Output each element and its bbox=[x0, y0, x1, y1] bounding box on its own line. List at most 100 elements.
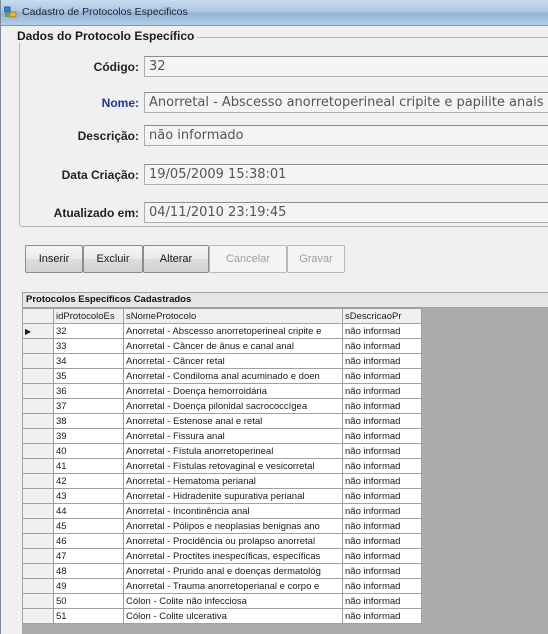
row-selector[interactable] bbox=[22, 533, 54, 549]
cell-id[interactable]: 45 bbox=[53, 518, 124, 534]
cell-descricao[interactable]: não informad bbox=[342, 458, 422, 474]
cell-nome[interactable]: Anorretal - Incontinência anal bbox=[123, 503, 343, 519]
cell-descricao[interactable]: não informad bbox=[342, 548, 422, 564]
row-selector[interactable] bbox=[22, 338, 54, 354]
cell-nome[interactable]: Anorretal - Estenose anal e retal bbox=[123, 413, 343, 429]
row-selector[interactable] bbox=[22, 428, 54, 444]
row-selector[interactable] bbox=[22, 353, 54, 369]
title-bar[interactable]: Cadastro de Protocolos Especificos bbox=[1, 0, 548, 26]
cell-descricao[interactable]: não informad bbox=[342, 473, 422, 489]
cell-id[interactable]: 44 bbox=[53, 503, 124, 519]
cell-id[interactable]: 47 bbox=[53, 548, 124, 564]
cell-id[interactable]: 41 bbox=[53, 458, 124, 474]
table-row[interactable]: ▶ 32 Anorretal - Abscesso anorretoperineal… bbox=[22, 323, 422, 339]
row-selector[interactable]: ▶ bbox=[22, 323, 54, 339]
cell-nome[interactable]: Anorretal - Fístula anorretoperineal bbox=[123, 443, 343, 459]
row-selector[interactable] bbox=[22, 548, 54, 564]
table-row[interactable]: 46 Anorretal - Procidência ou prolapso an… bbox=[22, 533, 422, 549]
cell-descricao[interactable]: não informad bbox=[342, 503, 422, 519]
cell-nome[interactable]: Anorretal - Doença pilonidal sacrococcíg… bbox=[123, 398, 343, 414]
table-row[interactable]: 48 Anorretal - Prurido anal e doenças der… bbox=[22, 563, 422, 579]
atualizado-field[interactable]: 04/11/2010 23:19:45 bbox=[144, 202, 548, 223]
cell-descricao[interactable]: não informad bbox=[342, 323, 422, 339]
table-row[interactable]: 33 Anorretal - Câncer de ânus e canal ana… bbox=[22, 338, 422, 354]
cell-nome[interactable]: Anorretal - Câncer retal bbox=[123, 353, 343, 369]
codigo-field[interactable]: 32 bbox=[144, 56, 548, 77]
row-selector[interactable] bbox=[22, 488, 54, 504]
excluir-button[interactable]: Excluir bbox=[83, 245, 143, 273]
cell-nome[interactable]: Anorretal - Prurido anal e doenças derma… bbox=[123, 563, 343, 579]
table-row[interactable]: 41 Anorretal - Fístulas retovaginal e ves… bbox=[22, 458, 422, 474]
descricao-field[interactable]: não informado bbox=[144, 125, 548, 146]
cell-descricao[interactable]: não informad bbox=[342, 518, 422, 534]
alterar-button[interactable]: Alterar bbox=[143, 245, 209, 273]
table-row[interactable]: 35 Anorretal - Condiloma anal acuminado e… bbox=[22, 368, 422, 384]
cell-id[interactable]: 49 bbox=[53, 578, 124, 594]
cell-nome[interactable]: Anorretal - Doença hemorroidária bbox=[123, 383, 343, 399]
table-row[interactable]: 37 Anorretal - Doença pilonidal sacrococc… bbox=[22, 398, 422, 414]
gravar-button[interactable]: Gravar bbox=[287, 245, 345, 273]
cell-descricao[interactable]: não informad bbox=[342, 563, 422, 579]
cell-id[interactable]: 36 bbox=[53, 383, 124, 399]
row-selector[interactable] bbox=[22, 608, 54, 624]
cell-nome[interactable]: Anorretal - Fissura anal bbox=[123, 428, 343, 444]
column-header-id[interactable]: idProtocoloEs bbox=[53, 308, 124, 324]
table-row[interactable]: 50 Cólon - Colite não infecciosa não infor… bbox=[22, 593, 422, 609]
cell-descricao[interactable]: não informad bbox=[342, 533, 422, 549]
cell-descricao[interactable]: não informad bbox=[342, 383, 422, 399]
cell-descricao[interactable]: não informad bbox=[342, 578, 422, 594]
cell-id[interactable]: 35 bbox=[53, 368, 124, 384]
cell-nome[interactable]: Anorretal - Abscesso anorretoperineal cr… bbox=[123, 323, 343, 339]
cell-id[interactable]: 43 bbox=[53, 488, 124, 504]
cell-id[interactable]: 34 bbox=[53, 353, 124, 369]
cell-id[interactable]: 37 bbox=[53, 398, 124, 414]
cell-nome[interactable]: Anorretal - Procidência ou prolapso anor… bbox=[123, 533, 343, 549]
row-selector[interactable] bbox=[22, 368, 54, 384]
data-criacao-field[interactable]: 19/05/2009 15:38:01 bbox=[144, 164, 548, 185]
cell-descricao[interactable]: não informad bbox=[342, 608, 422, 624]
cell-id[interactable]: 50 bbox=[53, 593, 124, 609]
cell-id[interactable]: 51 bbox=[53, 608, 124, 624]
column-header-descricao[interactable]: sDescricaoPr bbox=[342, 308, 422, 324]
cell-nome[interactable]: Anorretal - Hidradenite supurativa peria… bbox=[123, 488, 343, 504]
table-row[interactable]: 44 Anorretal - Incontinência anal não info… bbox=[22, 503, 422, 519]
cell-id[interactable]: 48 bbox=[53, 563, 124, 579]
cell-id[interactable]: 40 bbox=[53, 443, 124, 459]
table-row[interactable]: 49 Anorretal - Trauma anorretoperianal e … bbox=[22, 578, 422, 594]
cell-nome[interactable]: Anorretal - Fístulas retovaginal e vesic… bbox=[123, 458, 343, 474]
cell-nome[interactable]: Cólon - Colite ulcerativa bbox=[123, 608, 343, 624]
cell-descricao[interactable]: não informad bbox=[342, 353, 422, 369]
cell-nome[interactable]: Anorretal - Pólipos e neoplasias benigna… bbox=[123, 518, 343, 534]
cell-nome[interactable]: Cólon - Colite não infecciosa bbox=[123, 593, 343, 609]
table-row[interactable]: 36 Anorretal - Doença hemorroidária não in… bbox=[22, 383, 422, 399]
protocols-grid[interactable]: idProtocoloEs sNomeProtocolo sDescricaoP… bbox=[22, 308, 548, 634]
cell-id[interactable]: 38 bbox=[53, 413, 124, 429]
cell-id[interactable]: 46 bbox=[53, 533, 124, 549]
row-selector[interactable] bbox=[22, 398, 54, 414]
cell-descricao[interactable]: não informad bbox=[342, 398, 422, 414]
cell-nome[interactable]: Anorretal - Condiloma anal acuminado e d… bbox=[123, 368, 343, 384]
row-selector[interactable] bbox=[22, 473, 54, 489]
row-selector[interactable] bbox=[22, 443, 54, 459]
table-row[interactable]: 51 Cólon - Colite ulcerativa não informad bbox=[22, 608, 422, 624]
cell-descricao[interactable]: não informad bbox=[342, 413, 422, 429]
cell-descricao[interactable]: não informad bbox=[342, 368, 422, 384]
cancelar-button[interactable]: Cancelar bbox=[209, 245, 287, 273]
cell-nome[interactable]: Anorretal - Câncer de ânus e canal anal bbox=[123, 338, 343, 354]
table-row[interactable]: 47 Anorretal - Proctites inespecíficas, e… bbox=[22, 548, 422, 564]
cell-id[interactable]: 32 bbox=[53, 323, 124, 339]
cell-id[interactable]: 39 bbox=[53, 428, 124, 444]
row-selector[interactable] bbox=[22, 518, 54, 534]
column-header-nome[interactable]: sNomeProtocolo bbox=[123, 308, 343, 324]
nome-field[interactable]: Anorretal - Abscesso anorretoperineal cr… bbox=[144, 92, 548, 113]
row-selector[interactable] bbox=[22, 593, 54, 609]
table-row[interactable]: 38 Anorretal - Estenose anal e retal não i… bbox=[22, 413, 422, 429]
table-row[interactable]: 40 Anorretal - Fístula anorretoperineal nã… bbox=[22, 443, 422, 459]
cell-nome[interactable]: Anorretal - Hematoma perianal bbox=[123, 473, 343, 489]
table-row[interactable]: 45 Anorretal - Pólipos e neoplasias benig… bbox=[22, 518, 422, 534]
cell-nome[interactable]: Anorretal - Trauma anorretoperianal e co… bbox=[123, 578, 343, 594]
row-selector[interactable] bbox=[22, 383, 54, 399]
cell-descricao[interactable]: não informad bbox=[342, 428, 422, 444]
table-row[interactable]: 39 Anorretal - Fissura anal não informad bbox=[22, 428, 422, 444]
inserir-button[interactable]: Inserir bbox=[25, 245, 83, 273]
